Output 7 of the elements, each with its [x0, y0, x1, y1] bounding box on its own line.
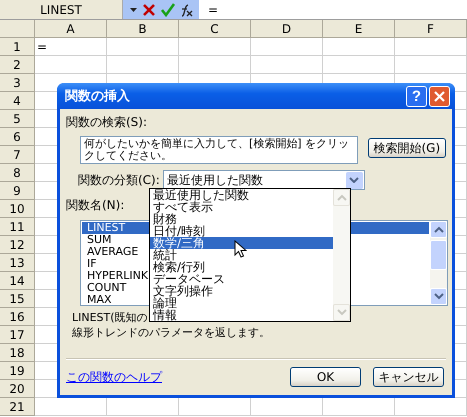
- function-description: 線形トレンドのパラメータを返します。: [72, 325, 270, 340]
- search-label: 関数の検索(S):: [66, 114, 148, 131]
- dialog-title: 関数の挿入: [65, 88, 131, 105]
- function-description: LINEST(既知の: [72, 310, 148, 325]
- category-label: 関数の分類(C):: [78, 172, 160, 188]
- cell-text: =: [37, 40, 48, 52]
- function-list-label: 関数名(N):: [66, 197, 124, 214]
